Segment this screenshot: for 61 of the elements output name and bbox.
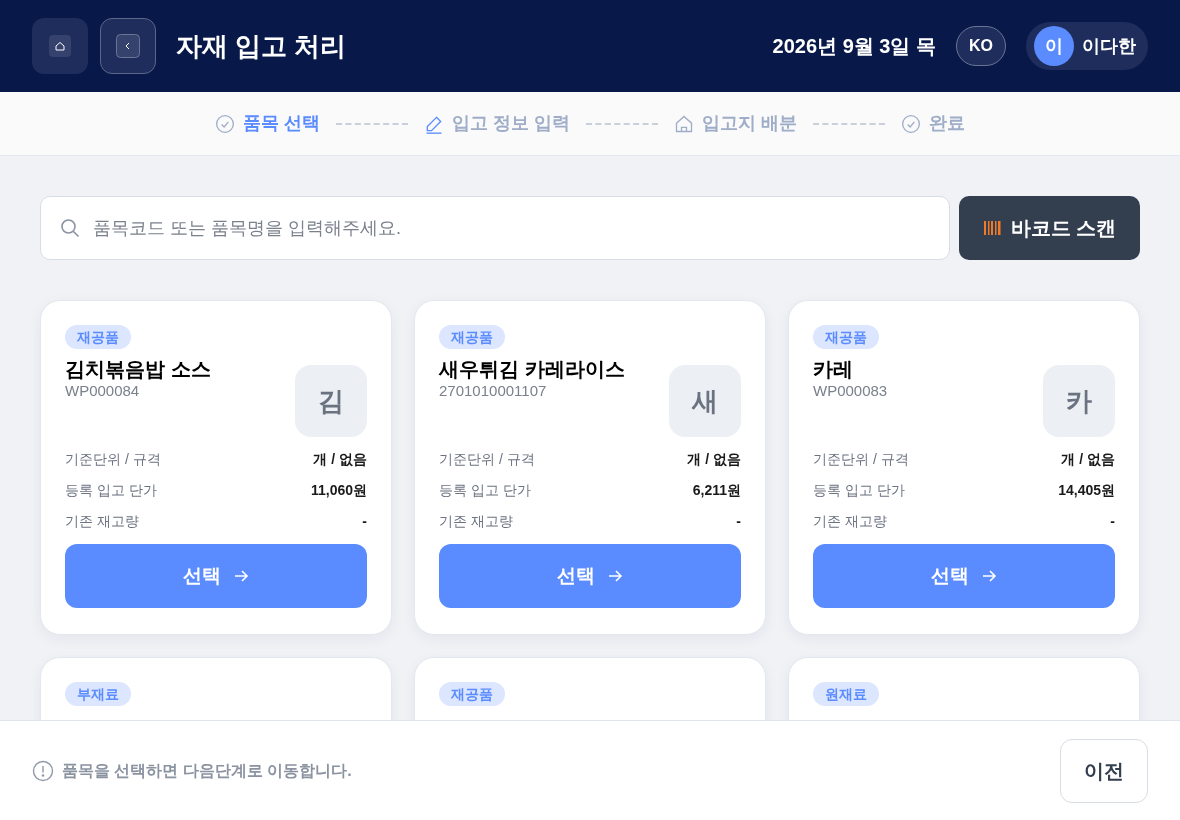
detail-label: 기존 재고량: [65, 512, 139, 531]
detail-label: 기준단위 / 규격: [65, 450, 161, 469]
language-button[interactable]: KO: [956, 26, 1006, 66]
check-circle-icon: [214, 113, 235, 134]
detail-value: 14,405원: [1058, 481, 1115, 500]
item-avatar: 카: [1043, 365, 1115, 437]
home-icon: [674, 113, 694, 134]
user-avatar: 이: [1034, 26, 1074, 66]
page-title: 자재 입고 처리: [176, 29, 347, 63]
item-code: WP000084: [65, 382, 141, 401]
previous-button[interactable]: 이전: [1060, 738, 1148, 803]
home-icon: [49, 35, 71, 57]
detail-label: 기준단위 / 규격: [813, 450, 909, 469]
detail-label: 기준단위 / 규격: [439, 450, 535, 469]
chevron-left-icon: [116, 34, 140, 58]
item-code: 2701010001107: [439, 382, 548, 401]
category-tag: 재공품: [65, 325, 131, 349]
search-field[interactable]: 품목코드 또는 품목명을 입력해주세요.: [40, 196, 950, 260]
item-name: 김치볶음밥 소스: [65, 357, 211, 382]
detail-label: 기존 재고량: [813, 512, 887, 531]
detail-value: -: [362, 512, 367, 531]
detail-value: -: [1110, 512, 1115, 531]
category-tag: 재공품: [439, 325, 505, 349]
barcode-icon: [982, 218, 1003, 238]
user-name: 이다한: [1082, 34, 1136, 58]
item-avatar: 김: [295, 365, 367, 437]
detail-value: -: [736, 512, 741, 531]
pencil-icon: [424, 113, 444, 134]
detail-label: 등록 입고 단가: [813, 481, 905, 500]
category-tag: 원재료: [813, 682, 879, 706]
detail-label: 기존 재고량: [439, 512, 513, 531]
barcode-scan-button[interactable]: 바코드 스캔: [959, 196, 1140, 260]
footer-hint: 품목을 선택하면 다음단계로 이동합니다.: [62, 760, 352, 781]
item-name: 새우튀김 카레라이스: [439, 357, 625, 382]
back-button[interactable]: [100, 18, 156, 74]
item-avatar: 새: [669, 365, 741, 437]
step-label: 입고 정보 입력: [452, 112, 570, 135]
detail-value: 개 / 없음: [313, 450, 367, 469]
detail-value: 11,060원: [310, 481, 367, 500]
arrow-right-icon: [981, 568, 997, 584]
item-name: 카레: [813, 357, 854, 382]
detail-value: 개 / 없음: [1061, 450, 1115, 469]
home-button[interactable]: [32, 18, 88, 74]
date-text: 2026년 9월 3일 목: [772, 34, 936, 59]
detail-value: 6,211원: [692, 481, 741, 500]
check-circle-icon: [901, 113, 921, 134]
user-chip[interactable]: 이 이다한: [1026, 22, 1148, 70]
detail-value: 개 / 없음: [687, 450, 741, 469]
step-label: 입고지 배분: [702, 112, 797, 135]
step-label: 품목 선택: [242, 112, 320, 135]
category-tag: 재공품: [813, 325, 879, 349]
arrow-right-icon: [607, 568, 623, 584]
arrow-right-icon: [233, 568, 249, 584]
search-icon: [60, 218, 80, 238]
step-label: 완료: [929, 112, 965, 135]
item-code: WP000083: [813, 382, 888, 401]
category-tag: 부재료: [65, 682, 131, 706]
detail-label: 등록 입고 단가: [439, 481, 531, 500]
info-icon: [32, 759, 54, 782]
detail-label: 등록 입고 단가: [65, 481, 157, 500]
category-tag: 재공품: [439, 682, 505, 706]
